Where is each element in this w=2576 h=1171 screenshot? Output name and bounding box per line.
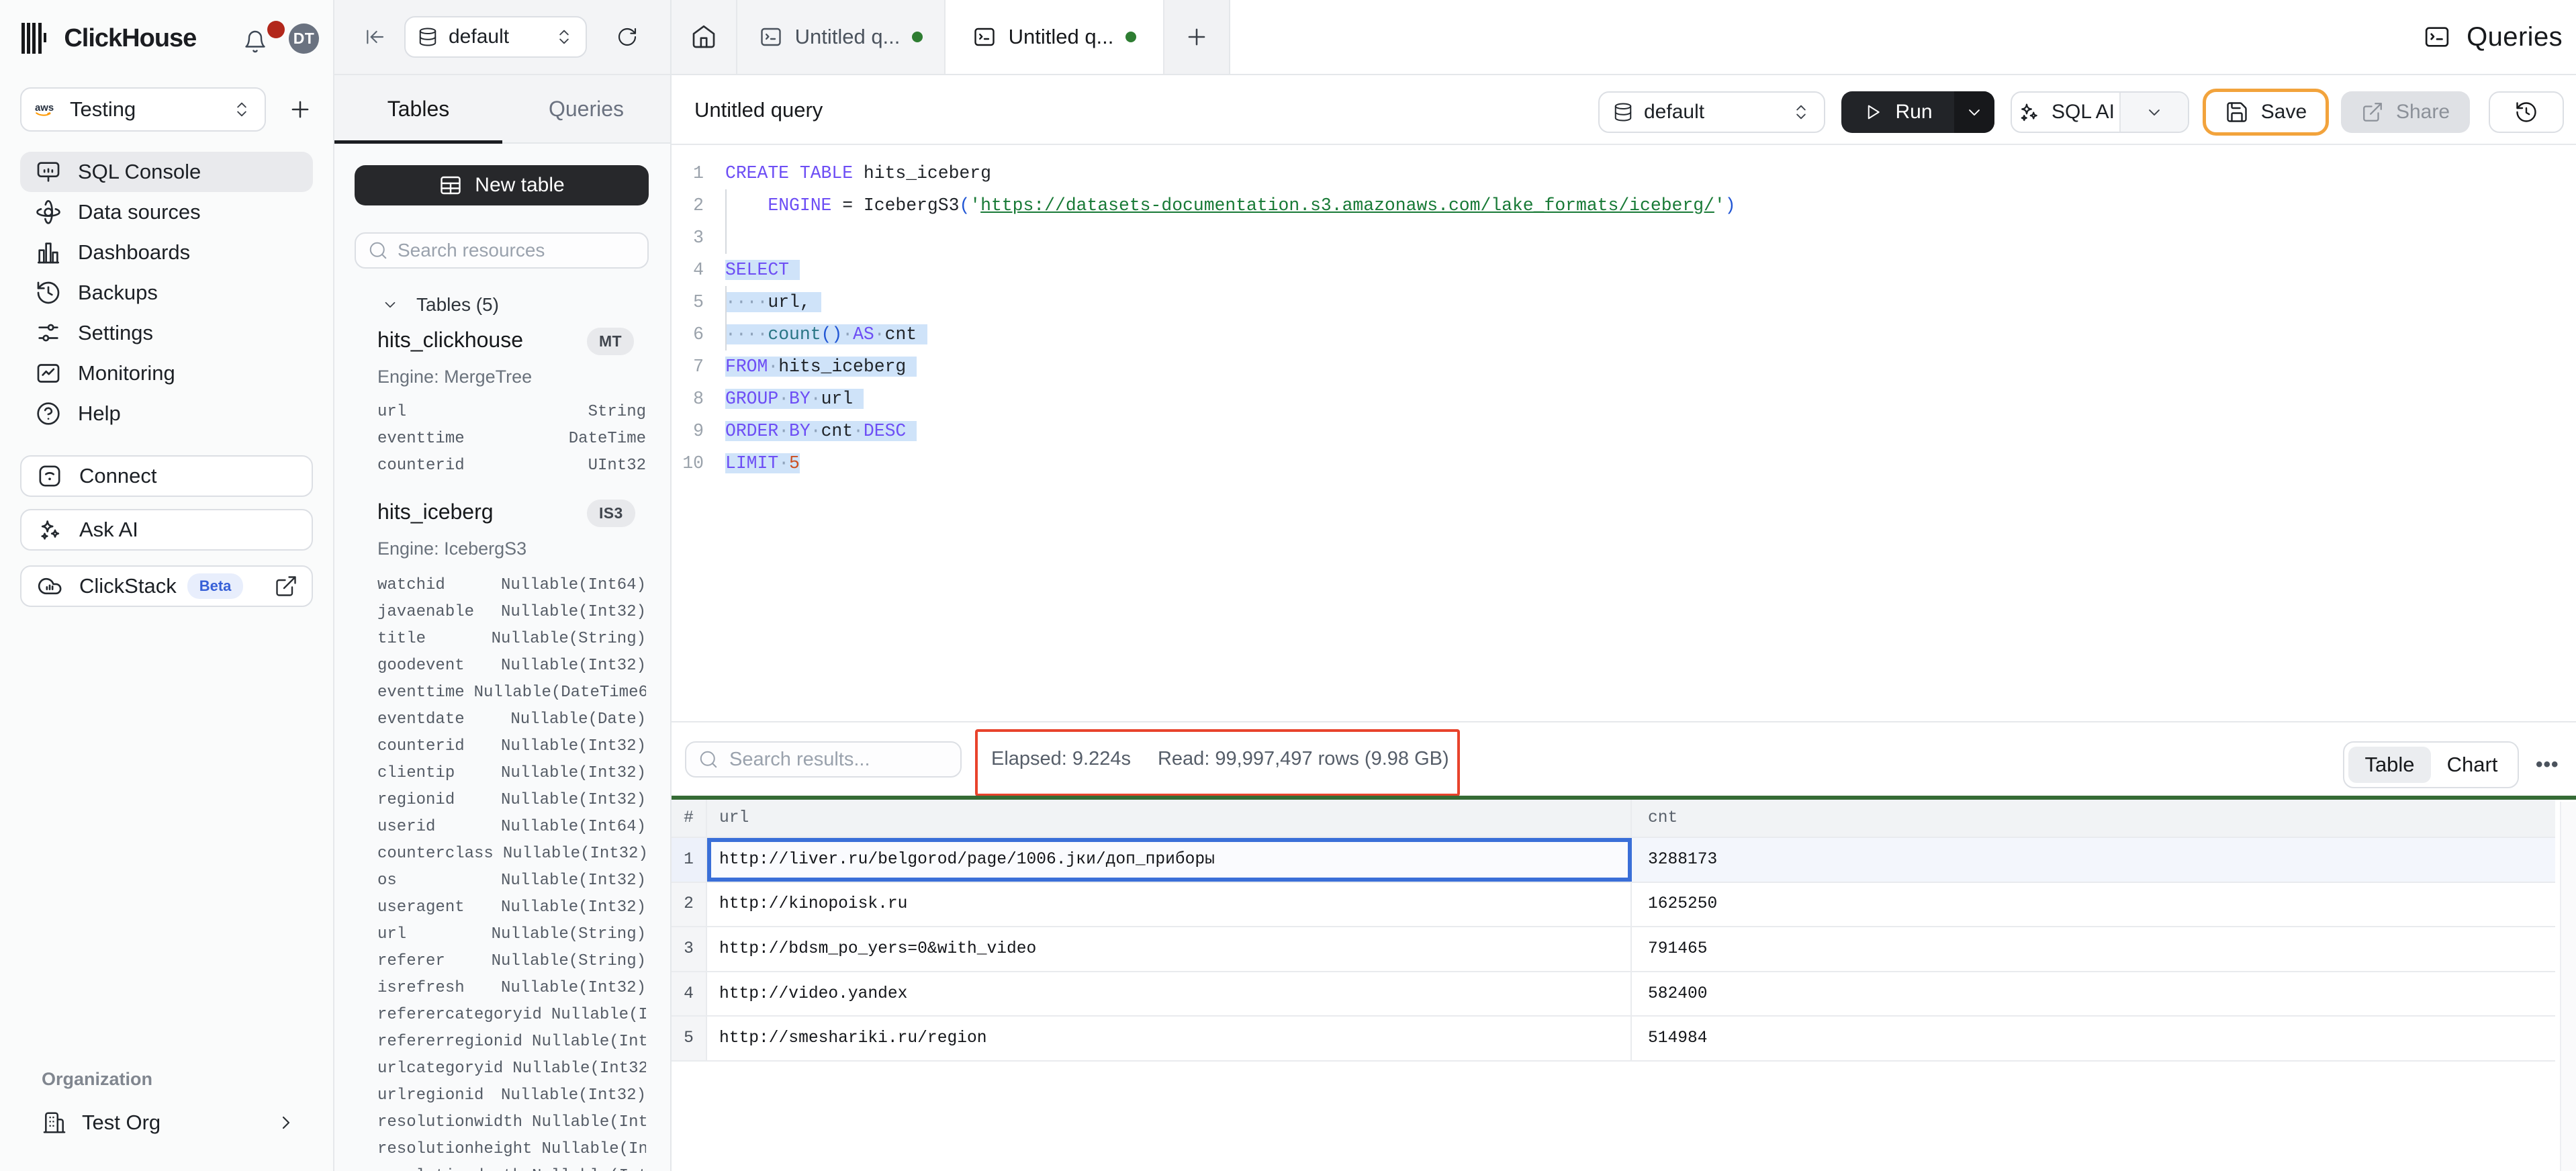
svg-text:aws: aws xyxy=(35,103,54,113)
